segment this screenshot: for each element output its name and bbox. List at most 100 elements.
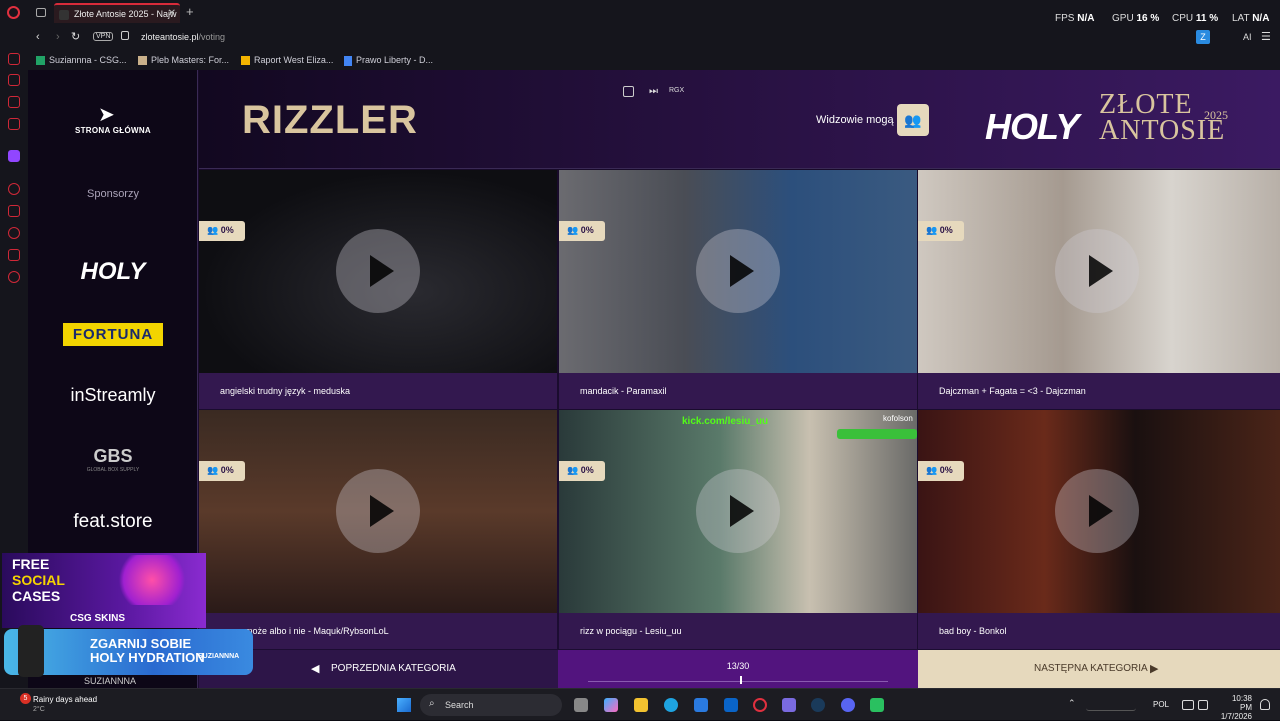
video-caption: rizz w pociągu - Lesiu_uu xyxy=(559,613,917,649)
language-indicator[interactable]: POL xyxy=(1153,700,1169,709)
sidebar-player-icon[interactable] xyxy=(8,205,20,217)
url-field[interactable]: zloteantosie.pl/voting xyxy=(141,32,225,42)
sidebar-vk-icon[interactable] xyxy=(8,118,20,130)
video-caption: bad boy - Bonkol xyxy=(918,613,1280,649)
viewers-label: Widzowie mogą xyxy=(816,114,894,126)
ad-shaker-image xyxy=(18,625,44,677)
network-icon[interactable] xyxy=(1182,700,1194,710)
lat-stat: LAT N/A xyxy=(1232,13,1270,24)
vote-percent-badge: 👥 0% xyxy=(918,221,964,241)
skip-icon[interactable]: ⏭ xyxy=(649,86,658,97)
snipping-icon[interactable] xyxy=(782,698,796,712)
store-icon[interactable] xyxy=(694,698,708,712)
vote-percent-badge: 👥 0% xyxy=(918,461,964,481)
opera-logo-icon[interactable] xyxy=(7,6,20,19)
opera-gx-taskbar-icon[interactable] xyxy=(753,698,767,712)
window-controls[interactable] xyxy=(1214,4,1274,12)
edge-icon[interactable] xyxy=(664,698,678,712)
next-label: NASTĘPNA KATEGORIA xyxy=(1034,663,1148,674)
popout-icon[interactable] xyxy=(623,86,634,97)
progress-overlay xyxy=(837,429,917,439)
tab-menu-icon[interactable] xyxy=(36,8,46,17)
sidebar-messenger-icon[interactable] xyxy=(8,96,20,108)
vote-percent-badge: 👥 0% xyxy=(559,221,605,241)
counter-progress-marker xyxy=(740,676,742,684)
sponsor-featstore[interactable]: feat.store xyxy=(28,511,198,533)
ad-csg-brand: CSG SKINS xyxy=(70,613,126,624)
sponsor-fortuna[interactable]: FORTUNA xyxy=(28,323,198,346)
discord-icon[interactable] xyxy=(841,698,855,712)
sidebar-aria-icon[interactable] xyxy=(8,53,20,65)
back-icon[interactable]: ‹ xyxy=(36,31,40,43)
weather-title: Rainy days ahead xyxy=(33,695,98,704)
kofolson-overlay-text: kofolson xyxy=(883,414,913,423)
video-card[interactable]: 👥 0% angielski trudny język - meduska xyxy=(199,170,557,409)
bookmark-suziannna[interactable]: Suziannna - CSG... xyxy=(36,55,127,66)
play-icon[interactable] xyxy=(1055,229,1139,313)
forward-icon[interactable]: › xyxy=(56,31,60,43)
copilot-icon[interactable] xyxy=(604,698,618,712)
play-icon[interactable] xyxy=(336,229,420,313)
outlook-icon[interactable] xyxy=(724,698,738,712)
tray-icons[interactable] xyxy=(1086,699,1136,711)
clock[interactable]: 10:38 PM 1/7/2026 xyxy=(1218,694,1252,721)
counter-progress-track xyxy=(588,681,888,682)
sponsor-gbs[interactable]: GBS GLOBAL BOX SUPPLY xyxy=(28,446,198,473)
category-title: RIZZLER xyxy=(242,98,418,142)
extensions-icon[interactable] xyxy=(1046,32,1196,42)
search-placeholder: Search xyxy=(445,700,474,710)
sponsor-holy[interactable]: HOLY xyxy=(28,258,198,286)
notifications-icon[interactable] xyxy=(1260,699,1270,710)
task-view-icon[interactable] xyxy=(574,698,588,712)
extension-z-icon[interactable]: Z xyxy=(1196,30,1210,44)
bookmark-pleb-masters[interactable]: Pleb Masters: For... xyxy=(138,55,229,66)
sidebar-twitch-icon[interactable] xyxy=(8,150,20,162)
ad-streamer-tag: SUZIANNNA xyxy=(198,653,240,660)
video-card[interactable]: 👥 0% bad boy - Bonkol xyxy=(918,410,1280,649)
viewers-users-icon[interactable]: 👥 xyxy=(897,104,929,136)
play-icon[interactable] xyxy=(696,469,780,553)
play-icon[interactable] xyxy=(336,469,420,553)
ad-free-cases-text: FREE SOCIAL CASES xyxy=(12,556,65,604)
fps-stat: FPS N/A xyxy=(1055,13,1095,24)
sidebar-cube-icon[interactable] xyxy=(8,249,20,261)
bookmark-raport[interactable]: Raport West Eliza... xyxy=(241,55,333,66)
new-tab-button[interactable]: + xyxy=(186,4,194,19)
explorer-icon[interactable] xyxy=(634,698,648,712)
feather-icon xyxy=(138,56,147,66)
category-header: RIZZLER ⏭ RGX Widzowie mogą 👥 HOLY ZŁOTE… xyxy=(199,70,1280,169)
logo-year: 2025 xyxy=(1204,108,1228,122)
sidebar-settings-icon[interactable] xyxy=(8,271,20,283)
sidebar-history-icon[interactable] xyxy=(8,227,20,239)
volume-icon[interactable] xyxy=(1198,700,1208,710)
tab-close-icon[interactable]: ✕ xyxy=(168,8,176,19)
sponsor-instreamly[interactable]: inStreamly xyxy=(28,385,198,406)
arrow-right-icon: ▶ xyxy=(1150,663,1159,675)
app-green-icon[interactable] xyxy=(870,698,884,712)
start-icon[interactable] xyxy=(397,698,411,712)
search-box[interactable]: ⌕ Search xyxy=(420,694,562,716)
tab-zlote-antosie[interactable]: Złote Antosie 2025 - Najw ✕ xyxy=(54,3,180,23)
vpn-badge[interactable]: VPN xyxy=(93,32,114,41)
bookmark-prawo-liberty[interactable]: Prawo Liberty - D... xyxy=(344,55,433,66)
sidebar-music-icon[interactable] xyxy=(8,183,20,195)
ai-button[interactable]: AI xyxy=(1243,32,1252,42)
tab-favicon-icon xyxy=(59,10,69,20)
arrow-left-icon: ◀ xyxy=(311,663,320,675)
kick-overlay-text: kick.com/lesiu_uu xyxy=(682,416,769,427)
video-caption: angielski trudny język - meduska xyxy=(199,373,557,409)
next-category-button[interactable]: NASTĘPNA KATEGORIA ▶ xyxy=(918,650,1280,688)
steam-icon[interactable] xyxy=(811,698,825,712)
video-card[interactable]: kick.com/lesiu_uu kofolson 👥 0% rizz w p… xyxy=(559,410,917,649)
clock-time: 10:38 PM xyxy=(1231,694,1252,712)
video-card[interactable]: 👥 0% mandacik - Paramaxil xyxy=(559,170,917,409)
menu-icon[interactable]: ☰ xyxy=(1261,30,1271,43)
tray-chevron-icon[interactable]: ⌃ xyxy=(1068,698,1076,709)
video-card[interactable]: 👥 0% Dajczman + Fagata = <3 - Dajczman xyxy=(918,170,1280,409)
rgx-button[interactable]: RGX xyxy=(669,87,684,94)
stream-ad-overlay: FREE SOCIAL CASES CSG SKINS ZGARNIJ SOBI… xyxy=(0,553,254,688)
play-icon[interactable] xyxy=(1055,469,1139,553)
play-icon[interactable] xyxy=(696,229,780,313)
sidebar-bag-icon[interactable] xyxy=(8,74,20,86)
reload-icon[interactable]: ↻ xyxy=(71,30,80,43)
